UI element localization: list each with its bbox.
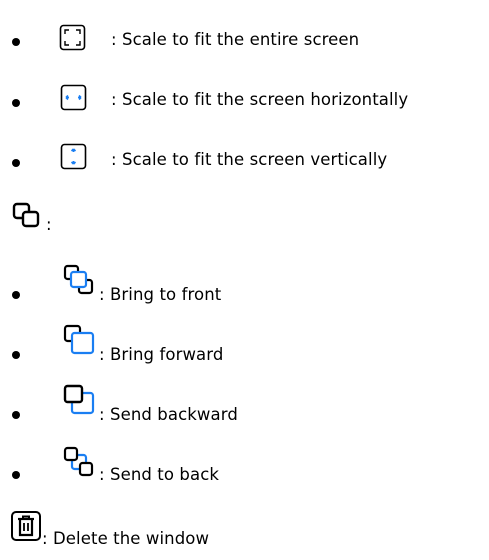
fit-entire-label: : Scale to fit the entire screen — [111, 30, 360, 49]
fit-horizontal-icon — [60, 84, 87, 111]
send-to-back-icon — [63, 446, 94, 477]
bring-forward-icon — [63, 324, 95, 355]
bring-to-front-icon — [63, 264, 94, 295]
delete-window-label: : Delete the window — [42, 529, 210, 548]
fit-horizontal-label: : Scale to fit the screen horizontally — [111, 90, 409, 109]
bring-to-front-label: : Bring to front — [99, 285, 222, 304]
send-to-back-label: : Send to back — [99, 465, 220, 484]
bullet — [12, 291, 20, 299]
fit-entire-screen-icon — [59, 24, 86, 51]
bullet — [12, 471, 20, 479]
bullet — [12, 351, 20, 359]
send-backward-label: : Send backward — [99, 405, 238, 424]
bullet — [12, 159, 20, 167]
bullet — [12, 38, 20, 46]
bullet — [12, 411, 20, 419]
bullet — [12, 99, 20, 107]
layer-order-icon — [12, 202, 40, 228]
trash-icon — [11, 511, 41, 541]
fit-vertical-icon — [60, 143, 87, 170]
layer-order-label: : — [46, 215, 52, 234]
send-backward-icon — [63, 384, 95, 415]
fit-vertical-label: : Scale to fit the screen vertically — [111, 150, 388, 169]
bring-forward-label: : Bring forward — [99, 345, 224, 364]
